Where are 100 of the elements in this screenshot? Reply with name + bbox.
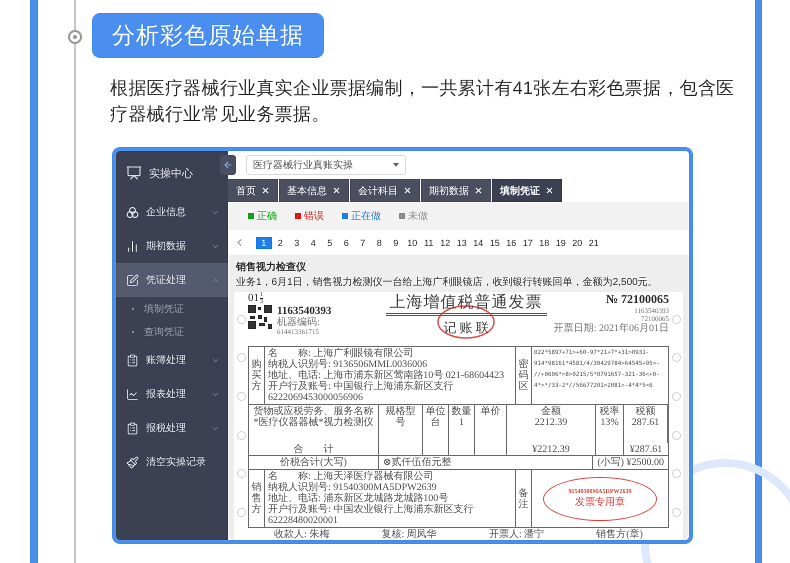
seller-detail: 地址、电话: 浦东新区龙城路龙城路100号 [268,493,450,504]
tab[interactable]: 期初数据 [421,179,492,202]
column-header: 税率 [600,406,620,417]
collapse-button[interactable] [220,155,236,175]
signature-field: 销售方(章) [596,529,643,540]
column-header: 规格型号 [384,406,416,428]
page-number[interactable]: 11 [421,236,436,248]
punch-hole-icon [236,314,246,324]
item-value: *医疗仪器器械*视力检测仪 [254,417,374,428]
punch-hole-icon [672,508,680,518]
punch-hole-icon [236,353,246,362]
sidebar-subitem[interactable]: 填制凭证 [116,297,228,320]
sidebar-item[interactable]: 期初数据 [116,229,228,263]
invoice-date: 开票日期: 2021年06月01日 [554,323,669,334]
sidebar-item[interactable]: 账簿处理 [116,343,228,377]
seller-detail: 名 称: 上海天泽医疗器械有限公司 [268,471,434,482]
intro-paragraph: 根据医疗器械行业真实企业票据编制，一共累计有41张左右彩色票据，包含医疗器械行业常见业务票据。 [110,77,735,126]
buyer-label: 购买方 [252,359,262,392]
seller-detail: 纳税人识别号: 91540300MA5DPW2639 [268,482,438,493]
cipher-label: 密码区 [518,359,528,392]
legend-item: 错误 [295,209,324,223]
page-number[interactable]: 10 [404,236,420,248]
seller-label: 销售方 [252,482,262,515]
item-value: 2212.39 [534,417,568,428]
page-number[interactable]: 14 [470,236,486,248]
page-number[interactable]: 5 [322,236,338,248]
total-label: 价税合计(大写) [280,457,347,468]
page-number[interactable]: 21 [586,236,602,248]
invoice-code: 1163540393 [277,305,332,317]
sidebar-item[interactable]: 凭证处理 [116,263,228,297]
page-number[interactable]: 15 [487,236,502,248]
sum-value: ¥2212.39 [532,444,570,454]
select-field[interactable]: 医疗器械行业真账实操 [246,155,406,175]
page-number[interactable]: 19 [553,236,568,248]
buyer-detail: 地址、电话: 上海市浦东新区莺南路10号 021-68604423 [268,370,506,381]
item-value: 13% [600,417,619,428]
signature-field: 收款人: 朱梅 [274,529,330,540]
page-number[interactable]: 12 [438,236,453,248]
total-in-words: ⊗贰仟伍佰元整 [383,457,452,468]
buyer-detail: 开户行及账号: 中国银行上海浦东新区支行 6222069453000056906 [268,381,454,403]
chart-board-icon [126,165,142,181]
punch-hole-icon [672,392,680,402]
sum-value: 合 计 [294,444,334,454]
column-header: 货物或应税劳务、服务名称 [254,406,374,417]
bar-chart-icon [126,240,139,252]
buyer-detail: 名 称: 上海广利眼镜有限公司 [268,348,414,359]
invoice-number: № 72100065 [606,292,669,307]
page-number[interactable]: 1 [256,236,272,248]
punch-hole-icon [236,392,246,402]
page-number[interactable]: 6 [338,236,354,248]
close-icon[interactable] [403,186,412,195]
punch-hole-icon [672,469,680,478]
item-value: 1 [459,417,464,428]
column-header: 单位 [426,406,446,417]
column-header: 数量 [452,406,472,417]
seller-detail: 开户行及账号: 中国农业银行上海浦东新区支行 62228480020001 [268,504,474,526]
sidebar-item[interactable]: 报表处理 [116,377,228,411]
caret-icon [393,163,399,167]
sidebar-item[interactable]: 报税处理 [116,411,228,445]
total-in-figures: (小写) ¥2500.00 [597,457,664,468]
close-icon[interactable] [261,186,270,195]
close-icon[interactable] [474,186,483,195]
timeline-node [68,30,82,44]
item-value: 287.61 [632,417,660,428]
sidebar-item[interactable]: 清空实操记录 [116,445,228,479]
close-icon[interactable] [545,186,554,195]
page-number[interactable]: 3 [289,236,304,248]
close-icon[interactable] [332,186,341,195]
line-chart-icon [126,388,139,400]
sidebar-item[interactable]: 企业信息 [116,195,228,229]
page-number[interactable]: 16 [504,236,519,248]
page-number[interactable]: 2 [272,236,288,248]
buyer-detail: 纳税人识别号: 9136506MML0036006 [268,359,428,370]
page-number[interactable]: 18 [536,236,552,248]
punch-hole-icon [236,469,246,478]
legend-item: 正确 [248,209,277,223]
page-number[interactable]: 7 [355,236,370,248]
page-number[interactable]: 17 [520,236,536,248]
page-number[interactable]: 8 [372,236,387,248]
tab[interactable]: 会计科目 [350,179,421,202]
copy-number: 01 [248,292,259,304]
tab[interactable]: 填制凭证 [492,179,563,202]
sidebar-subitem[interactable]: 查询凭证 [116,320,228,343]
brush-icon [126,456,139,468]
clipboard-icon [126,422,139,434]
copy-name: 记 账 联 [443,319,489,337]
signature-field: 开票人: 潘宁 [488,529,544,540]
punch-hole-icon [672,430,680,440]
signature-field: 复核: 周凤华 [381,529,437,540]
page-number[interactable]: 20 [570,236,585,248]
column-header: 单价 [480,406,500,417]
tab[interactable]: 基本信息 [279,179,350,202]
remarks-label: 备注 [518,488,528,510]
section-heading: 分析彩色原始单据 [92,13,324,58]
tab[interactable]: 首页 [228,179,279,202]
page-number[interactable]: 4 [306,236,321,248]
page-number[interactable]: 9 [388,236,404,248]
sidebar-item[interactable]: 实操中心 [116,151,228,195]
page-number[interactable]: 13 [454,236,470,248]
punch-hole-icon [236,508,246,518]
